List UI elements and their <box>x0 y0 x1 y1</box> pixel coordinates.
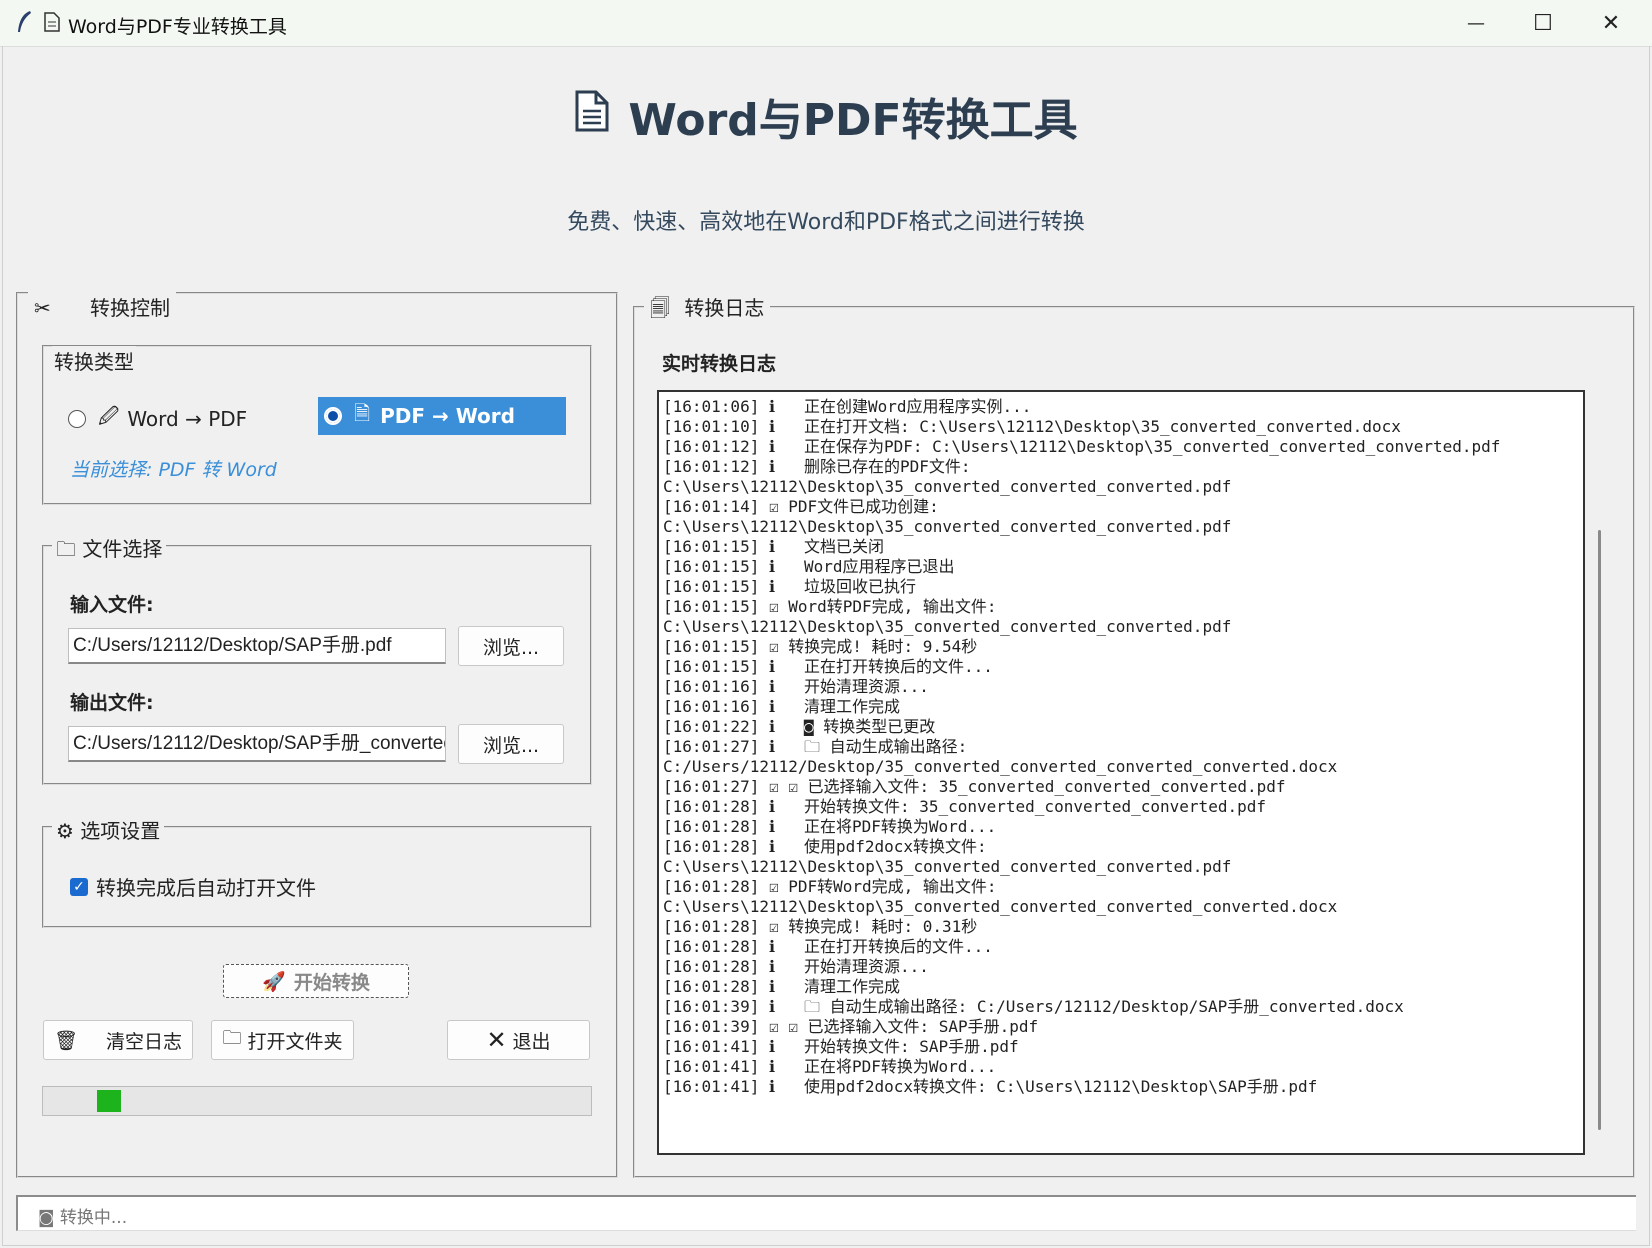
log-line: C:\Users\12112\Desktop\35_converted_conv… <box>663 517 1232 536</box>
document-icon <box>574 89 610 144</box>
log-line: [16:01:15] ℹ 垃圾回收已执行 <box>663 577 916 596</box>
auto-open-option[interactable]: ✓ 转换完成后自动打开文件 <box>70 872 316 901</box>
log-scrollbar[interactable] <box>1598 530 1601 1130</box>
document-icon <box>44 12 60 36</box>
gear-icon: ⚙ <box>56 819 74 843</box>
browse-input-button[interactable]: 浏览... <box>458 626 564 666</box>
log-line: [16:01:15] ☑ 转换完成! 耗时: 9.54秒 <box>663 637 978 656</box>
log-line: C:/Users/12112/Desktop/35_converted_conv… <box>663 757 1338 776</box>
log-line: [16:01:41] ℹ 使用pdf2docx转换文件: C:\Users\12… <box>663 1077 1318 1096</box>
log-line: [16:01:41] ℹ 正在将PDF转换为Word... <box>663 1057 997 1076</box>
control-legend: ✂ 转换控制 <box>28 292 176 321</box>
log-line: C:\Users\12112\Desktop\35_converted_conv… <box>663 617 1232 636</box>
trash-icon: 🗑 <box>53 1029 79 1052</box>
page-subtitle: 免费、快速、高效地在Word和PDF格式之间进行转换 <box>567 210 1085 235</box>
maximize-button[interactable]: ☐ <box>1510 0 1576 46</box>
folder-icon: 🗀 <box>222 1027 242 1049</box>
browse-output-button[interactable]: 浏览... <box>458 724 564 764</box>
radio-word-to-pdf[interactable] <box>68 410 86 428</box>
document-icon: 🗎 <box>354 401 371 425</box>
log-line: [16:01:27] ℹ 🗀 自动生成输出路径: <box>663 737 968 756</box>
app-feather-icon <box>14 10 34 34</box>
log-line: [16:01:10] ℹ 正在打开文档: C:\Users\12112\Desk… <box>663 417 1401 436</box>
edit-document-icon: 🖉 <box>98 404 120 428</box>
log-line: [16:01:22] ℹ ◙ 转换类型已更改 <box>663 717 936 736</box>
log-line: C:\Users\12112\Desktop\35_converted_conv… <box>663 897 1338 916</box>
log-lines: [16:01:06] ℹ 正在创建Word应用程序实例... [16:01:10]… <box>663 397 1579 1097</box>
log-line: [16:01:28] ℹ 正在将PDF转换为Word... <box>663 817 997 836</box>
progress-fill <box>97 1090 121 1112</box>
option-pdf-to-word[interactable]: 🗎 PDF → Word <box>318 397 566 435</box>
minimize-button[interactable]: — <box>1443 0 1509 46</box>
log-title: 实时转换日志 <box>662 353 777 375</box>
log-line: [16:01:28] ℹ 开始转换文件: 35_converted_conver… <box>663 797 1266 816</box>
log-line: [16:01:12] ℹ 正在保存为PDF: C:\Users\12112\De… <box>663 437 1501 456</box>
tools-icon: ✂ <box>34 296 51 320</box>
exit-button[interactable]: ✕ 退出 <box>447 1020 590 1060</box>
page-title: Word与PDF转换工具 <box>0 84 1652 148</box>
log-line: [16:01:39] ℹ 🗀 自动生成输出路径: C:/Users/12112/… <box>663 997 1404 1016</box>
log-legend: 🗐 转换日志 <box>644 292 771 328</box>
current-selection-label: 当前选择: PDF 转 Word <box>70 459 277 481</box>
file-legend: 🗀 文件选择 <box>52 533 167 569</box>
log-line: [16:01:28] ☑ PDF转Word完成, 输出文件: <box>663 877 997 896</box>
option-word-to-pdf[interactable]: 🖉 Word → PDF <box>68 404 247 434</box>
log-line: [16:01:41] ℹ 开始转换文件: SAP手册.pdf <box>663 1037 1019 1056</box>
close-button[interactable]: ✕ <box>1578 0 1644 46</box>
input-file-label: 输入文件: <box>70 594 154 616</box>
log-line: C:\Users\12112\Desktop\35_converted_conv… <box>663 857 1232 876</box>
progress-bar <box>42 1086 592 1116</box>
output-file-label: 输出文件: <box>70 692 154 714</box>
start-conversion-button[interactable]: 🚀 开始转换 <box>223 964 409 998</box>
auto-open-checkbox[interactable]: ✓ <box>70 877 88 896</box>
log-line: [16:01:28] ☑ 转换完成! 耗时: 0.31秒 <box>663 917 978 936</box>
log-line: [16:01:28] ℹ 使用pdf2docx转换文件: <box>663 837 987 856</box>
log-line: [16:01:28] ℹ 清理工作完成 <box>663 977 900 996</box>
type-legend: 转换类型 <box>52 346 136 375</box>
close-x-icon: ✕ <box>486 1026 507 1054</box>
rocket-icon: 🚀 <box>262 970 286 993</box>
title-bar: Word与PDF专业转换工具 — ☐ ✕ <box>0 0 1652 47</box>
log-line: [16:01:15] ℹ Word应用程序已退出 <box>663 557 955 576</box>
title-text: Word与PDF转换工具 <box>628 95 1078 146</box>
log-line: [16:01:27] ☑ ☑ 已选择输入文件: 35_converted_con… <box>663 777 1286 796</box>
folder-icon: 🗀 <box>56 537 76 561</box>
log-line: [16:01:06] ℹ 正在创建Word应用程序实例... <box>663 397 1032 416</box>
log-line: [16:01:15] ℹ 正在打开转换后的文件... <box>663 657 993 676</box>
log-line: [16:01:28] ℹ 正在打开转换后的文件... <box>663 937 993 956</box>
log-line: [16:01:16] ℹ 清理工作完成 <box>663 697 900 716</box>
clear-log-button[interactable]: 🗑 清空日志 <box>43 1020 193 1060</box>
log-line: [16:01:14] ☑ PDF文件已成功创建: <box>663 497 939 516</box>
log-line: [16:01:16] ℹ 开始清理资源... <box>663 677 929 696</box>
log-line: [16:01:12] ℹ 删除已存在的PDF文件: <box>663 457 971 476</box>
input-file-field[interactable]: C:/Users/12112/Desktop/SAP手册.pdf <box>68 628 446 664</box>
log-line: [16:01:15] ☑ Word转PDF完成, 输出文件: <box>663 597 997 616</box>
log-line: C:\Users\12112\Desktop\35_converted_conv… <box>663 477 1232 496</box>
log-line: [16:01:28] ℹ 开始清理资源... <box>663 957 929 976</box>
output-file-field[interactable]: C:/Users/12112/Desktop/SAP手册_converted.d… <box>68 726 446 762</box>
log-line: [16:01:15] ℹ 文档已关闭 <box>663 537 884 556</box>
status-bar: ◙ 转换中... <box>16 1195 1636 1231</box>
options-legend: ⚙ 选项设置 <box>52 815 165 844</box>
clipboard-icon: 🗐 <box>650 296 670 320</box>
radio-pdf-to-word[interactable] <box>324 407 342 425</box>
window-title: Word与PDF专业转换工具 <box>68 16 287 38</box>
log-line: [16:01:39] ☑ ☑ 已选择输入文件: SAP手册.pdf <box>663 1017 1039 1036</box>
log-text-area[interactable]: [16:01:06] ℹ 正在创建Word应用程序实例... [16:01:10]… <box>657 390 1585 1155</box>
open-folder-button[interactable]: 🗀 打开文件夹 <box>211 1020 354 1060</box>
